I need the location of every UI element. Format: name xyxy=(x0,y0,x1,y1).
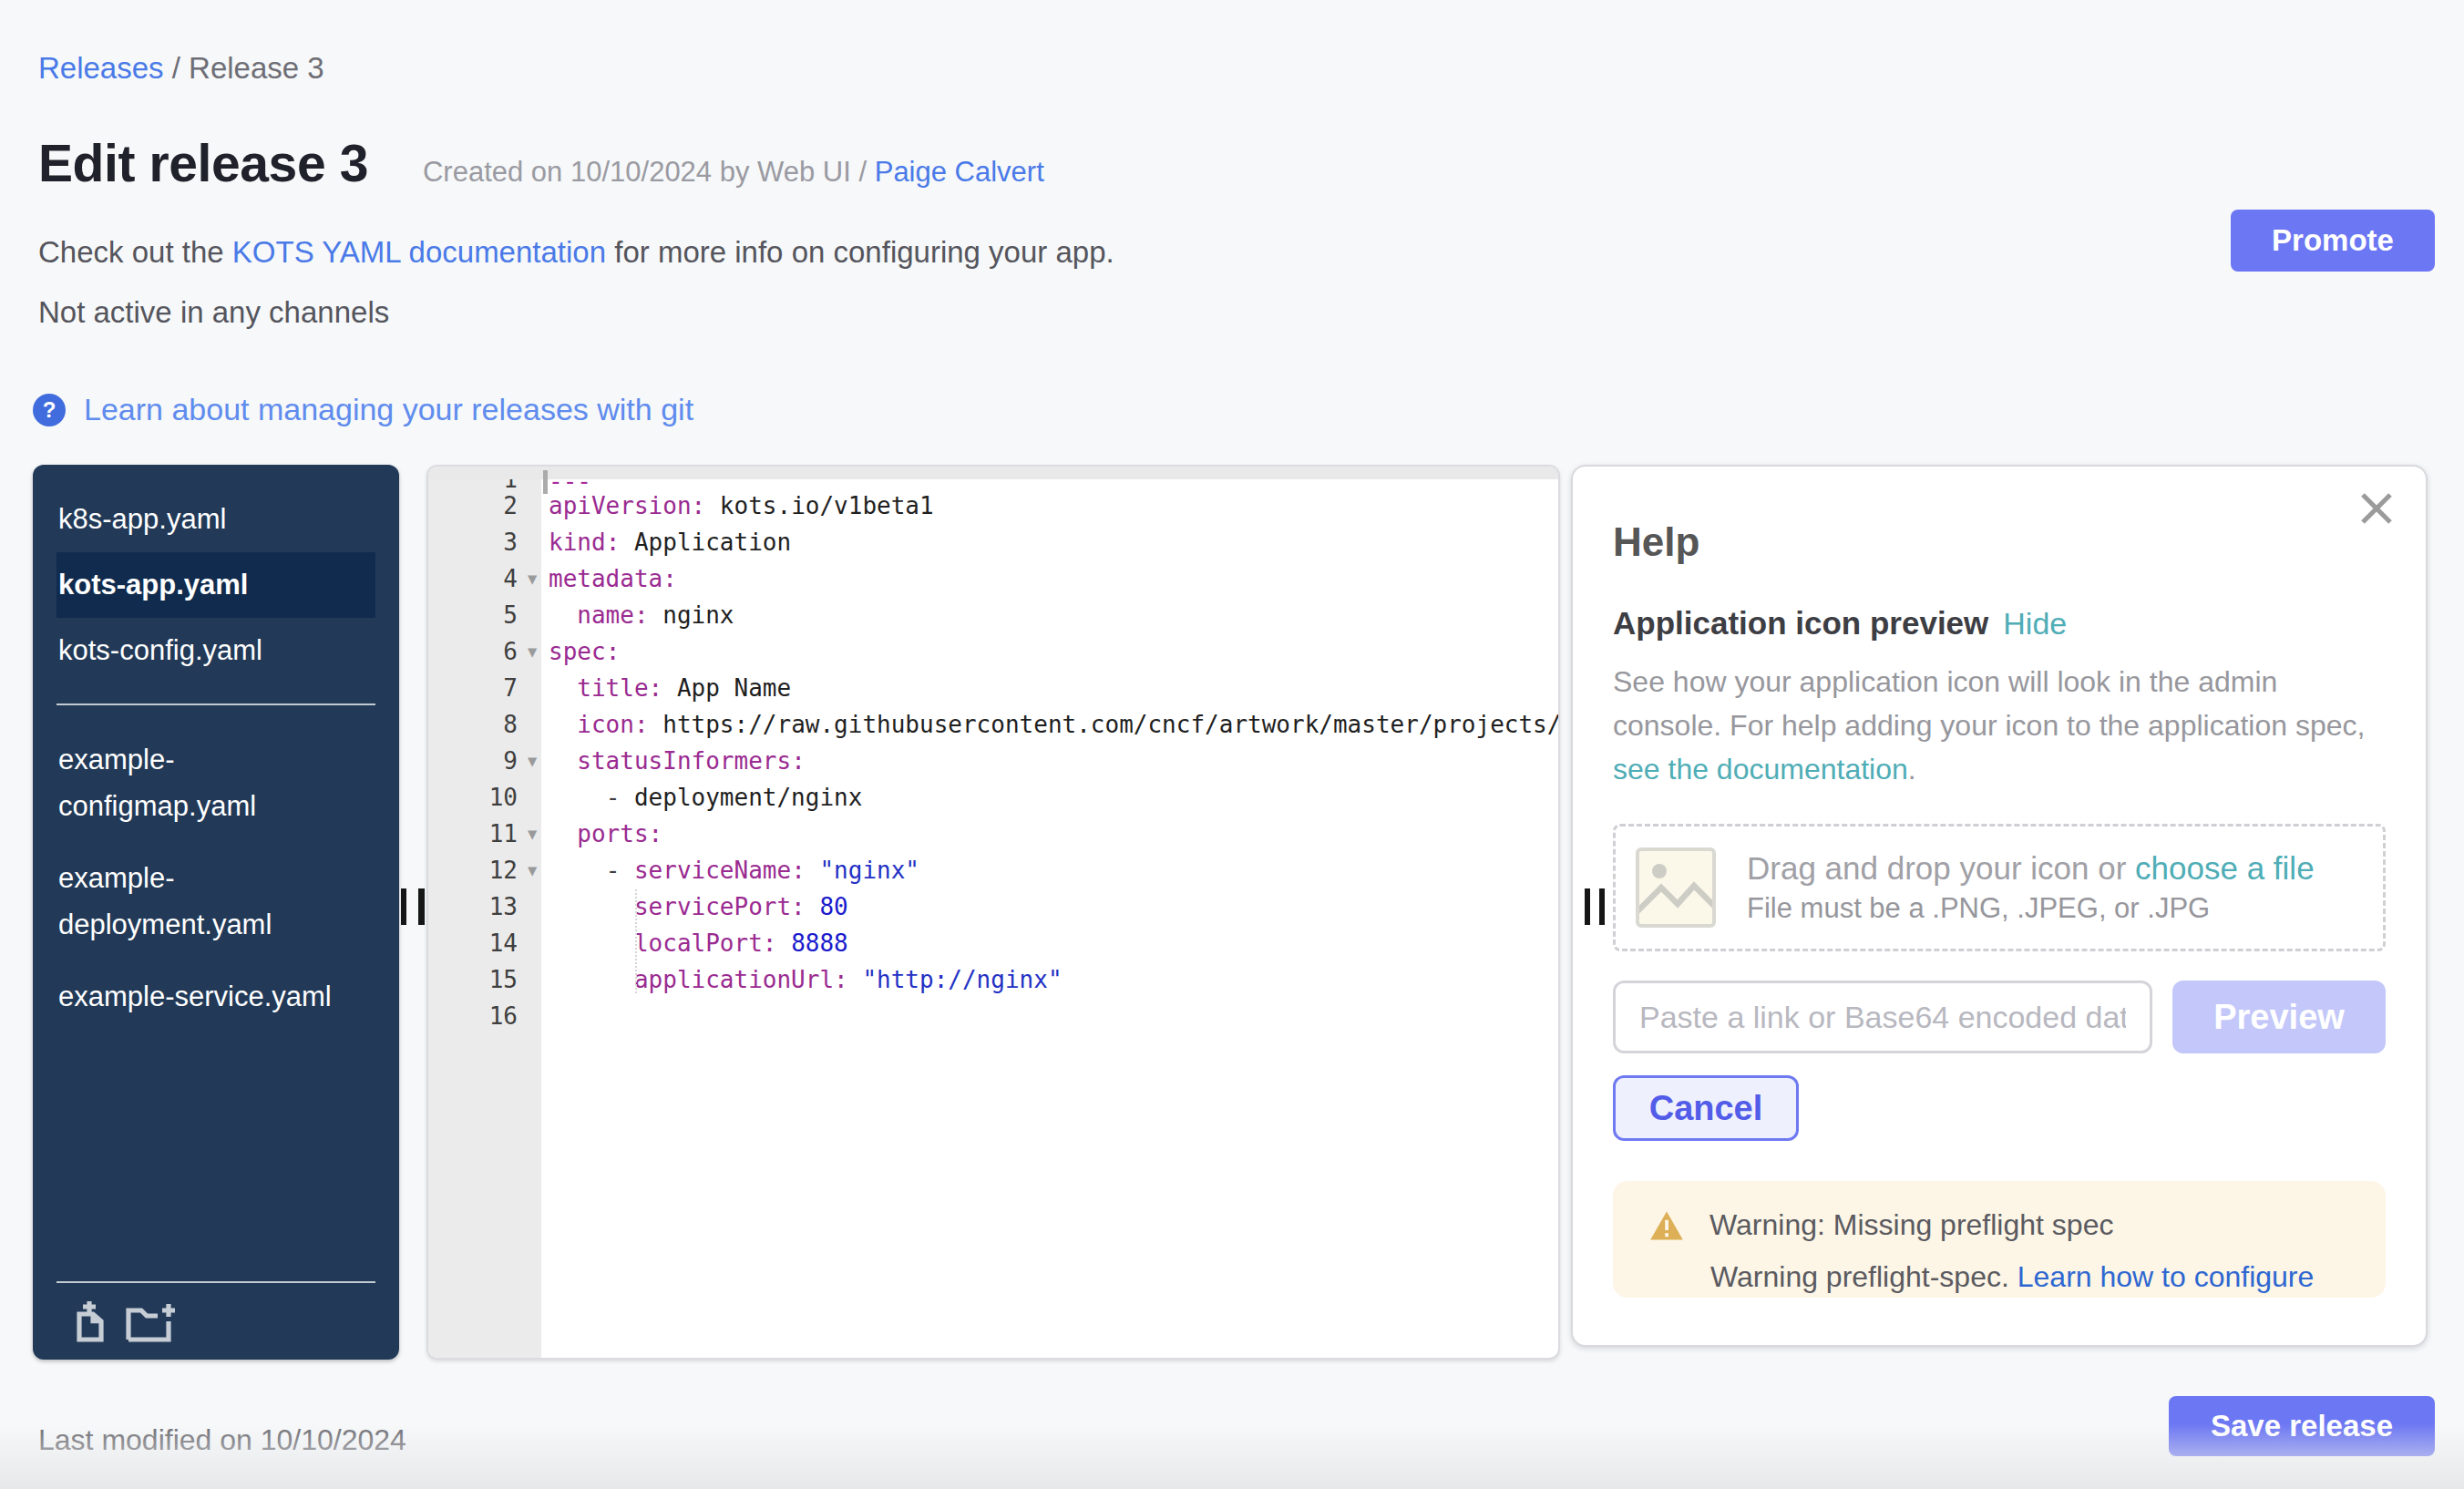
file-item-example-configmap.yaml[interactable]: example-configmap.yaml xyxy=(33,724,364,842)
code-line-10: 10 - deployment/nginx xyxy=(428,779,1558,816)
icon-dropzone[interactable]: Drag and drop your icon or choose a file… xyxy=(1613,824,2386,951)
code-line-6: 6▼spec: xyxy=(428,633,1558,670)
file-sidebar: k8s-app.yamlkots-app.yamlkots-config.yam… xyxy=(33,465,399,1360)
fold-arrow-icon[interactable]: ▼ xyxy=(519,852,545,888)
editor-help-drag-handle[interactable] xyxy=(1585,888,1605,925)
breadcrumb-separator: / xyxy=(164,51,190,85)
bottom-fade xyxy=(0,1423,2464,1489)
yaml-editor[interactable]: 1 --- 2apiVersion: kots.io/v1beta13kind:… xyxy=(426,465,1560,1360)
page-title: Edit release 3 xyxy=(38,133,368,193)
code-line-5: 5 name: nginx xyxy=(428,597,1558,633)
help-panel: Help Application icon preview Hide See h… xyxy=(1571,465,2428,1347)
code-line-9: 9▼ statusInformers: xyxy=(428,743,1558,779)
warning-box: Warning: Missing preflight spec Warning … xyxy=(1613,1181,2386,1298)
author-link[interactable]: Paige Calvert xyxy=(875,156,1044,188)
fold-arrow-icon[interactable]: ▼ xyxy=(519,560,545,597)
help-title: Help xyxy=(1613,519,2386,565)
file-item-example-service.yaml[interactable]: example-service.yaml xyxy=(33,960,364,1032)
editor-code-rows: 2apiVersion: kots.io/v1beta13kind: Appli… xyxy=(428,488,1558,1034)
question-mark-icon: ? xyxy=(33,394,66,426)
help-paragraph: See how your application icon will look … xyxy=(1613,660,2386,791)
see-documentation-link[interactable]: see the documentation xyxy=(1613,753,1908,786)
docs-hint-line: Check out the KOTS YAML documentation fo… xyxy=(38,235,1114,270)
file-list: k8s-app.yamlkots-app.yamlkots-config.yam… xyxy=(33,465,399,1032)
code-line-11: 11▼ ports: xyxy=(428,816,1558,852)
code-line-2: 2apiVersion: kots.io/v1beta1 xyxy=(428,488,1558,524)
code-line-4: 4▼metadata: xyxy=(428,560,1558,597)
dropzone-filetypes: File must be a .PNG, .JPEG, or .JPG xyxy=(1747,892,2315,925)
file-item-k8s-app.yaml[interactable]: k8s-app.yaml xyxy=(33,487,399,552)
breadcrumb-releases-link[interactable]: Releases xyxy=(38,51,164,85)
file-item-kots-config.yaml[interactable]: kots-config.yaml xyxy=(33,618,399,683)
code-line-14: 14 localPort: 8888 xyxy=(428,925,1558,961)
editor-cursor xyxy=(543,470,548,494)
code-line-3: 3kind: Application xyxy=(428,524,1558,560)
close-icon[interactable] xyxy=(2356,488,2397,529)
promote-button[interactable]: Promote xyxy=(2231,210,2435,272)
code-line-15: 15 applicationUrl: "http://nginx" xyxy=(428,961,1558,998)
fold-arrow-icon[interactable]: ▼ xyxy=(519,743,545,779)
editor-top-band xyxy=(428,467,1558,479)
add-folder-icon[interactable] xyxy=(126,1301,179,1343)
warning-title: Warning: Missing preflight spec xyxy=(1649,1208,2349,1242)
sidebar-editor-drag-handle[interactable] xyxy=(401,888,425,925)
fold-arrow-icon[interactable]: ▼ xyxy=(519,633,545,670)
choose-file-link[interactable]: choose a file xyxy=(2135,850,2315,886)
file-item-example-deployment.yaml[interactable]: example-deployment.yaml xyxy=(33,842,364,960)
code-line-13: 13 servicePort: 80 xyxy=(428,888,1558,925)
code-line-8: 8 icon: https://raw.githubusercontent.co… xyxy=(428,706,1558,743)
code-line-16: 16 xyxy=(428,998,1558,1034)
code-line-12: 12▼ - serviceName: "nginx" xyxy=(428,852,1558,888)
warning-detail: Warning preflight-spec. Learn how to con… xyxy=(1710,1260,2349,1294)
breadcrumb-current: Release 3 xyxy=(189,51,324,85)
warning-configure-link[interactable]: Learn how to configure xyxy=(2017,1260,2315,1293)
breadcrumb: Releases / Release 3 xyxy=(38,51,324,86)
icon-url-input[interactable] xyxy=(1613,981,2152,1053)
kots-yaml-docs-link[interactable]: KOTS YAML documentation xyxy=(232,235,606,269)
file-item-kots-app.yaml[interactable]: kots-app.yaml xyxy=(56,552,375,618)
sidebar-bottom-divider xyxy=(56,1281,375,1283)
hide-link[interactable]: Hide xyxy=(2003,606,2067,642)
icon-preview-title: Application icon preview xyxy=(1613,605,1988,642)
editor-line1-number: 1 xyxy=(428,479,518,494)
created-line: Created on 10/10/2024 by Web UI / Paige … xyxy=(423,156,1044,189)
cancel-button[interactable]: Cancel xyxy=(1613,1075,1799,1141)
image-placeholder-icon xyxy=(1636,847,1716,928)
warning-icon xyxy=(1649,1210,1684,1241)
preview-button[interactable]: Preview xyxy=(2172,981,2386,1053)
channel-status-text: Not active in any channels xyxy=(38,295,389,330)
code-line-7: 7 title: App Name xyxy=(428,670,1558,706)
add-file-icon[interactable] xyxy=(73,1301,109,1343)
editor-indent-guide xyxy=(635,889,637,993)
git-releases-link[interactable]: Learn about managing your releases with … xyxy=(84,392,693,427)
fold-arrow-icon[interactable]: ▼ xyxy=(519,816,545,852)
dropzone-text: Drag and drop your icon or choose a file xyxy=(1747,850,2315,887)
file-list-divider xyxy=(56,703,375,705)
